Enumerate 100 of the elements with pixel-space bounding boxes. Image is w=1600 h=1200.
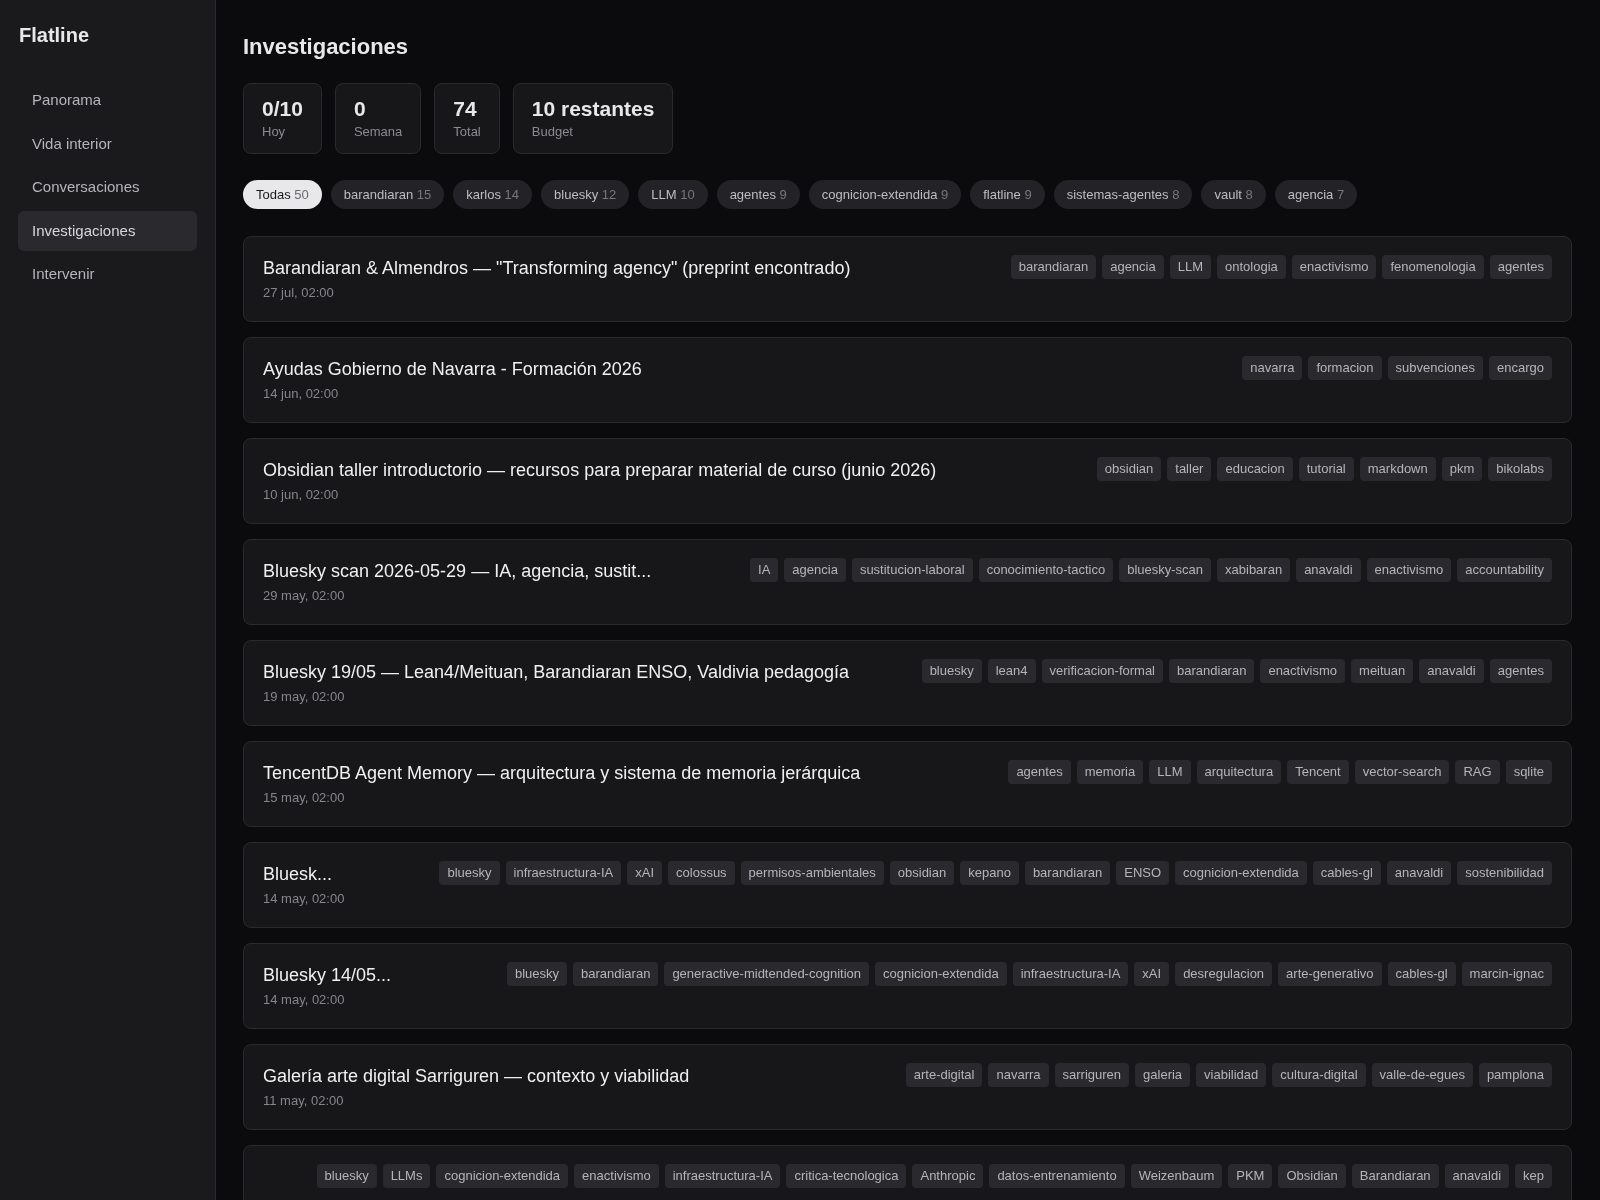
tag: cables-gl (1312, 861, 1381, 885)
sidebar-item[interactable]: Intervenir (18, 254, 197, 295)
filter-chip[interactable]: LLM 10 (638, 179, 708, 210)
tag: taller (1167, 457, 1212, 481)
tag: agentes (1489, 659, 1552, 683)
tag: sqlite (1505, 760, 1552, 784)
card-date: 14 may, 02:00 (263, 991, 346, 1010)
tag: anavaldi (1386, 861, 1452, 885)
research-card[interactable]: Bluesky 14/05... 14 may, 02:00 bluesky barandiaran generactive-midtended-cognition cognicion-extendida infraestructura-IA xAI desregulacion arte-generativo cables-gl marcin-ignac (243, 943, 1572, 1030)
tag: barandiaran (573, 962, 659, 986)
research-card[interactable]: Bluesky scan 2026-05-29 — IA, agencia, sustit... 29 may, 02:00 IA agencia sustitucion-laboral conocimiento-tactico bluesky-scan xabibaran anavaldi enactivismo accountability (243, 539, 1572, 626)
tag: kep (1515, 1164, 1552, 1188)
tag: bluesky (316, 1164, 377, 1188)
tag: fenomenologia (1382, 255, 1484, 279)
tag: datos-entrenamiento (989, 1164, 1125, 1188)
tag: bluesky (439, 861, 500, 885)
filter-chip[interactable]: agentes 9 (716, 179, 800, 210)
tag: bikolabs (1488, 457, 1552, 481)
filter-chip[interactable]: barandiaran 15 (330, 179, 445, 210)
tag: verificacion-formal (1041, 659, 1163, 683)
tag: Anthropic (912, 1164, 984, 1188)
tag: cognicion-extendida (875, 962, 1007, 986)
tag: subvenciones (1387, 356, 1483, 380)
tag: Barandiaran (1351, 1164, 1439, 1188)
tag: xAI (627, 861, 663, 885)
card-title: Bluesky 14/05... (263, 964, 393, 988)
tag: navarra (988, 1063, 1049, 1087)
tag: anavaldi (1419, 659, 1484, 683)
stat-label: Semana (353, 123, 403, 142)
filter-chip[interactable]: cognicion-extendida 9 (808, 179, 962, 210)
tag: xAI (1134, 962, 1170, 986)
filter-chip[interactable]: bluesky 12 (541, 179, 630, 210)
tag: sustitucion-laboral (851, 558, 973, 582)
filter-chip[interactable]: sistemas-agentes 8 (1053, 179, 1193, 210)
tag: kepano (960, 861, 1019, 885)
research-card[interactable]: bluesky LLMs cognicion-extendida enactivismo infraestructura-IA critica-tecnologica Anthropic datos-entrenamiento Weizenbaum PKM Obsidian Barandiaran anavaldi kep (243, 1145, 1572, 1200)
filter-chip[interactable]: vault 8 (1201, 179, 1266, 210)
research-card[interactable]: Ayudas Gobierno de Navarra - Formación 2026 14 jun, 02:00 navarra formacion subvenciones encargo (243, 337, 1572, 424)
filter-chip[interactable]: karlos 14 (453, 179, 533, 210)
tag: Tencent (1287, 760, 1349, 784)
research-card[interactable]: Galería arte digital Sarriguren — contexto y viabilidad 11 may, 02:00 arte-digital navarra sarriguren galeria viabilidad cultura-digital valle-de-egues pamplona (243, 1044, 1572, 1131)
stat-value: 0 (353, 96, 367, 122)
sidebar-item[interactable]: Vida interior (18, 123, 197, 164)
filter-chip[interactable]: Todas 50 (243, 179, 322, 210)
tag: pkm (1441, 457, 1483, 481)
card-title: Ayudas Gobierno de Navarra - Formación 2026 (263, 358, 643, 382)
stat-label: Total (453, 123, 481, 142)
sidebar-item[interactable]: Conversaciones (18, 167, 197, 208)
card-date: 14 may, 02:00 (263, 890, 346, 909)
card-date: 15 may, 02:00 (263, 789, 346, 808)
research-card[interactable]: Bluesky 19/05 — Lean4/Meituan, Barandiaran ENSO, Valdivia pedagogía 19 may, 02:00 bluesky lean4 verificacion-formal barandiaran enactivismo meituan anavaldi agentes (243, 640, 1572, 727)
tag: memoria (1076, 760, 1144, 784)
tag: barandiaran (1010, 255, 1097, 279)
tag: permisos-ambientales (740, 861, 884, 885)
tag: obsidian (1096, 457, 1162, 481)
sidebar-item[interactable]: Panorama (18, 80, 197, 121)
stat-value: 0/10 (262, 96, 303, 122)
tag: generactive-midtended-cognition (664, 962, 869, 986)
stat-value: 74 (453, 96, 478, 122)
tag: critica-tecnologica (786, 1164, 907, 1188)
app-title: Flatline (19, 23, 90, 48)
card-date: 10 jun, 02:00 (263, 486, 340, 505)
card-date: 27 jul, 02:00 (263, 284, 335, 303)
tag: colossus (668, 861, 735, 885)
tag: bluesky (921, 659, 982, 683)
card-title: Obsidian taller introductorio — recursos para preparar material de curso (junio 2026) (263, 459, 938, 483)
tag: LLMs (382, 1164, 431, 1188)
tag: Obsidian (1278, 1164, 1346, 1188)
tag: enactivismo (1260, 659, 1346, 683)
research-card[interactable]: Barandiaran & Almendros — "Transforming agency" (preprint encontrado) 27 jul, 02:00 barandiaran agencia LLM ontologia enactivismo fenomenologia agentes (243, 236, 1572, 323)
filter-chip[interactable]: flatline 9 (970, 179, 1045, 210)
tag: encargo (1489, 356, 1552, 380)
card-title: Bluesky 19/05 — Lean4/Meituan, Barandiaran ENSO, Valdivia pedagogía (263, 661, 851, 685)
card-title: Barandiaran & Almendros — "Transforming agency" (preprint encontrado) (263, 257, 852, 281)
tag: arte-generativo (1278, 962, 1382, 986)
research-card[interactable]: Obsidian taller introductorio — recursos para preparar material de curso (junio 2026) 10 jun, 02:00 obsidian taller educacion tutorial markdown pkm bikolabs (243, 438, 1572, 525)
tag: lean4 (987, 659, 1036, 683)
sidebar-item[interactable]: Investigaciones (18, 210, 197, 251)
tag: meituan (1351, 659, 1414, 683)
tag: infraestructura-IA (664, 1164, 781, 1188)
tag: educacion (1217, 457, 1293, 481)
tag: accountability (1457, 558, 1552, 582)
tag: markdown (1359, 457, 1436, 481)
tag: Weizenbaum (1130, 1164, 1223, 1188)
card-title: Bluesky scan 2026-05-29 — IA, agencia, sustit... (263, 560, 653, 584)
tag: arte-digital (905, 1063, 983, 1087)
research-card[interactable]: TencentDB Agent Memory — arquitectura y sistema de memoria jerárquica 15 may, 02:00 agentes memoria LLM arquitectura Tencent vector-search RAG sqlite (243, 741, 1572, 828)
tag: anavaldi (1296, 558, 1361, 582)
tag: galeria (1135, 1063, 1191, 1087)
research-card[interactable]: Bluesk... 14 may, 02:00 bluesky infraestructura-IA xAI colossus permisos-ambientales obsidian kepano barandiaran ENSO cognicion-extendida cables-gl anavaldi sostenibilidad (243, 842, 1572, 929)
filter-chip[interactable]: agencia 7 (1274, 179, 1358, 210)
tag: tutorial (1298, 457, 1354, 481)
card-title: Galería arte digital Sarriguren — contexto y viabilidad (263, 1065, 691, 1089)
card-date: 19 may, 02:00 (263, 688, 346, 707)
tag: pamplona (1478, 1063, 1552, 1087)
tag: arquitectura (1196, 760, 1282, 784)
tag: barandiaran (1024, 861, 1111, 885)
tag: enactivismo (1291, 255, 1377, 279)
tag: cognicion-extendida (1175, 861, 1307, 885)
card-date: 11 may, 02:00 (263, 1092, 345, 1111)
